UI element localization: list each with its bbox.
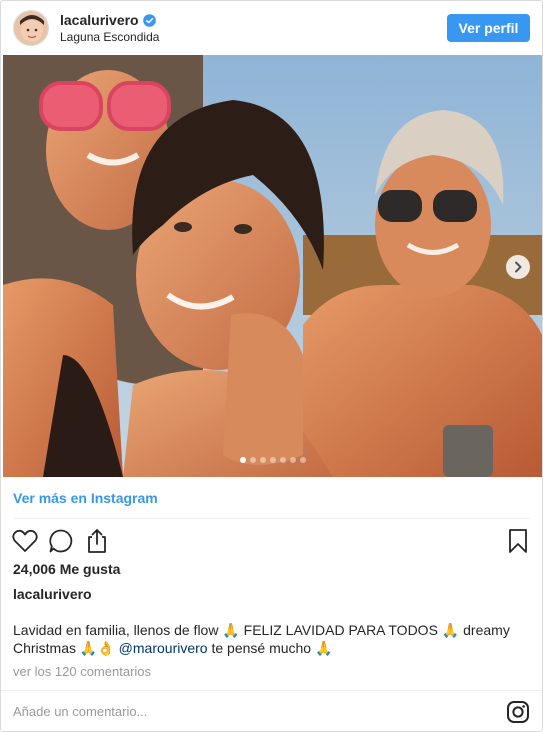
emoji-icon: 🙏👌	[79, 640, 115, 656]
post-caption: Lavidad en familia, llenos de flow 🙏 FEL…	[13, 621, 513, 657]
view-comments-link[interactable]: ver los 120 comentarios	[13, 664, 151, 679]
comment-input[interactable]	[13, 704, 506, 719]
like-button[interactable]	[11, 527, 39, 555]
likes-count[interactable]: 24,006 Me gusta	[13, 561, 120, 577]
instagram-embed-card: lacalurivero Laguna Escondida Ver perfil	[0, 0, 543, 732]
action-bar	[11, 527, 532, 555]
post-header: lacalurivero Laguna Escondida Ver perfil	[1, 1, 542, 55]
carousel-dot[interactable]	[269, 457, 276, 463]
avatar[interactable]	[13, 10, 49, 46]
carousel-dot[interactable]	[279, 457, 286, 463]
bookmark-icon	[509, 529, 527, 553]
carousel-dot[interactable]	[249, 457, 256, 463]
emoji-icon: 🙏	[441, 622, 460, 638]
emoji-icon: 🙏	[314, 640, 333, 656]
caption-text: te pensé mucho	[207, 640, 315, 656]
save-button[interactable]	[504, 527, 532, 555]
caption-text: Lavidad en familia, llenos de flow	[13, 622, 223, 638]
verified-badge-icon	[142, 13, 156, 27]
comment-icon	[49, 529, 73, 553]
emoji-icon: 🙏	[222, 622, 240, 638]
see-more-on-instagram-link[interactable]: Ver más en Instagram	[13, 487, 530, 519]
carousel-dot[interactable]	[299, 457, 306, 463]
share-icon	[88, 529, 106, 553]
caption-text: FELIZ LAVIDAD PARA TODOS	[239, 622, 442, 638]
carousel-dot[interactable]	[239, 457, 246, 463]
share-button[interactable]	[83, 527, 111, 555]
carousel-next-button[interactable]	[506, 255, 530, 279]
instagram-icon[interactable]	[506, 700, 530, 724]
username-link[interactable]: lacalurivero	[60, 12, 139, 28]
heart-icon	[12, 529, 38, 552]
user-block: lacalurivero Laguna Escondida	[60, 12, 447, 44]
carousel-dot[interactable]	[289, 457, 296, 463]
mention-link[interactable]: @marourivero	[119, 640, 208, 656]
comment-button[interactable]	[47, 527, 75, 555]
carousel-dot[interactable]	[259, 457, 266, 463]
post-photo[interactable]	[3, 55, 542, 477]
caption-owner-link[interactable]: lacalurivero	[13, 586, 92, 602]
carousel-indicator	[3, 457, 542, 463]
location-link[interactable]: Laguna Escondida	[60, 30, 447, 44]
view-profile-button[interactable]: Ver perfil	[447, 14, 530, 42]
comment-bar	[1, 691, 542, 731]
chevron-right-icon	[515, 261, 522, 273]
